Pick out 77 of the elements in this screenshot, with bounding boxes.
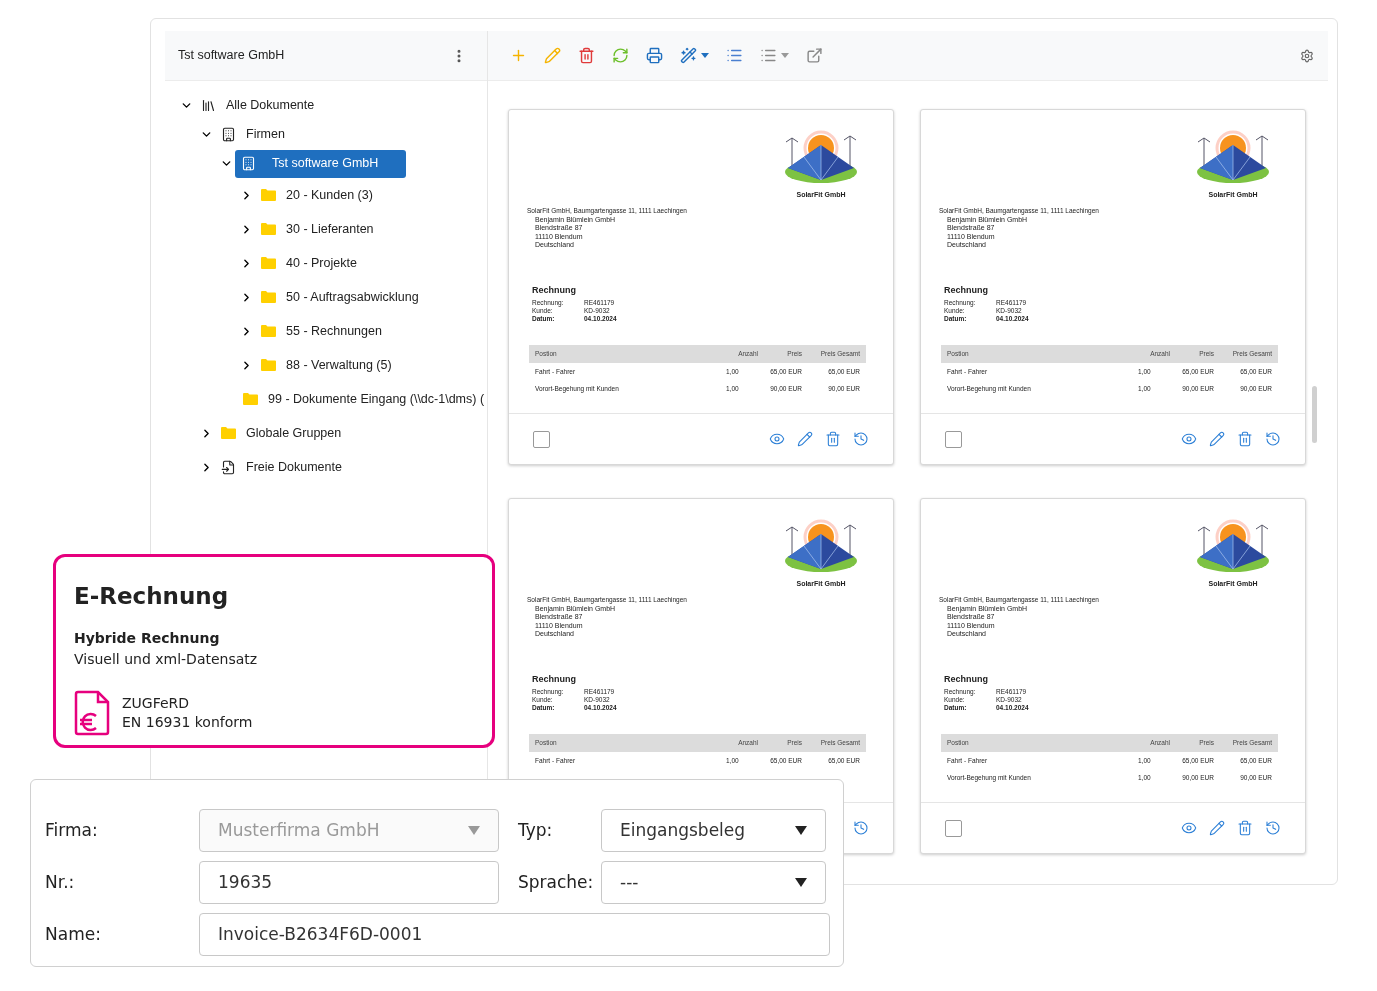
building-icon bbox=[241, 156, 256, 171]
feature-text: EN 16931 konform bbox=[122, 712, 253, 732]
dropdown-arrow-icon bbox=[468, 826, 480, 835]
view-icon[interactable] bbox=[1181, 820, 1197, 836]
refresh-icon[interactable] bbox=[612, 47, 629, 64]
document-card[interactable] bbox=[920, 109, 1306, 465]
scrollbar-thumb[interactable] bbox=[1311, 386, 1317, 443]
tree-item[interactable]: 88 - Verwaltung (5) bbox=[255, 351, 404, 379]
callout-description: Visuell und xml-Datensatz bbox=[74, 649, 259, 669]
edit-icon[interactable] bbox=[797, 431, 813, 447]
edit-icon[interactable] bbox=[1209, 820, 1225, 836]
view-icon[interactable] bbox=[1181, 431, 1197, 447]
dropdown-arrow-icon bbox=[795, 826, 807, 835]
input-field[interactable]: 19635 bbox=[199, 861, 499, 904]
field-label: Sprache: bbox=[518, 870, 595, 894]
tree-item[interactable]: 50 - Auftragsabwicklung bbox=[255, 283, 431, 311]
field-label: Typ: bbox=[518, 818, 554, 842]
delete-icon[interactable] bbox=[1237, 820, 1253, 836]
feature-text: ZUGFeRD bbox=[122, 693, 191, 713]
building-icon bbox=[221, 127, 236, 142]
tree-item[interactable]: 99 - Dokumente Eingang (\\dc-1\dms) ( bbox=[237, 385, 497, 413]
tree-item[interactable]: 40 - Projekte bbox=[255, 249, 369, 277]
list-icon[interactable] bbox=[726, 47, 743, 64]
history-icon[interactable] bbox=[853, 820, 869, 836]
sidebar-title: Tst software GmbH bbox=[178, 47, 285, 65]
delete-icon[interactable] bbox=[1237, 431, 1253, 447]
field-label: Name: bbox=[45, 922, 102, 946]
document-title: Rechnung bbox=[532, 283, 577, 297]
list-icon[interactable] bbox=[760, 47, 777, 64]
document-card[interactable] bbox=[920, 498, 1306, 854]
tree-item[interactable]: Tst software GmbH bbox=[235, 149, 406, 178]
field-label: Firma: bbox=[45, 818, 99, 842]
folder-icon bbox=[243, 393, 258, 405]
caret-icon bbox=[701, 53, 709, 58]
tree-item[interactable]: 55 - Rechnungen bbox=[255, 317, 394, 345]
settings-icon[interactable] bbox=[1300, 48, 1314, 63]
external-link-icon[interactable] bbox=[806, 47, 823, 64]
field-label: Nr.: bbox=[45, 870, 76, 894]
document-title: Rechnung bbox=[944, 283, 989, 297]
checkbox[interactable] bbox=[945, 430, 962, 448]
history-icon[interactable] bbox=[1265, 431, 1281, 447]
delete-icon[interactable] bbox=[578, 47, 595, 64]
edit-icon[interactable] bbox=[1209, 431, 1225, 447]
history-icon[interactable] bbox=[1265, 820, 1281, 836]
folder-icon bbox=[261, 359, 276, 371]
folder-icon bbox=[261, 257, 276, 269]
euro-document-icon bbox=[74, 689, 110, 736]
document-title: Rechnung bbox=[944, 672, 989, 686]
document-title: Rechnung bbox=[532, 672, 577, 686]
folder-icon bbox=[261, 223, 276, 235]
tree-item[interactable]: Firmen bbox=[215, 120, 297, 149]
history-icon[interactable] bbox=[853, 431, 869, 447]
checkbox[interactable] bbox=[945, 819, 962, 837]
folder-icon bbox=[261, 291, 276, 303]
document-card[interactable] bbox=[508, 109, 894, 465]
checkbox[interactable] bbox=[533, 430, 550, 448]
tree-item[interactable]: Globale Gruppen bbox=[215, 419, 354, 447]
delete-icon[interactable] bbox=[825, 431, 841, 447]
folder-icon bbox=[261, 325, 276, 337]
folder-icon bbox=[221, 427, 236, 439]
callout-subtitle: Hybride Rechnung bbox=[74, 628, 221, 648]
magic-wand-icon[interactable] bbox=[680, 47, 697, 64]
caret-icon bbox=[781, 53, 789, 58]
library-icon bbox=[201, 98, 216, 113]
folder-icon bbox=[261, 189, 276, 201]
import-icon bbox=[221, 459, 236, 475]
tree-item[interactable]: Freie Dokumente bbox=[215, 453, 354, 481]
tree-item[interactable]: Alle Dokumente bbox=[195, 91, 327, 120]
input-field[interactable]: Invoice-B2634F6D-0001 bbox=[199, 913, 830, 956]
dropdown-arrow-icon bbox=[795, 878, 807, 887]
select-field[interactable]: Eingangsbeleg bbox=[601, 809, 826, 852]
tree-item[interactable]: 20 - Kunden (3) bbox=[255, 181, 385, 209]
select-field[interactable]: --- bbox=[601, 861, 826, 904]
print-icon[interactable] bbox=[646, 47, 663, 64]
callout-title: E-Rechnung bbox=[74, 582, 230, 611]
view-icon[interactable] bbox=[769, 431, 785, 447]
tree-item[interactable]: 30 - Lieferanten bbox=[255, 215, 386, 243]
